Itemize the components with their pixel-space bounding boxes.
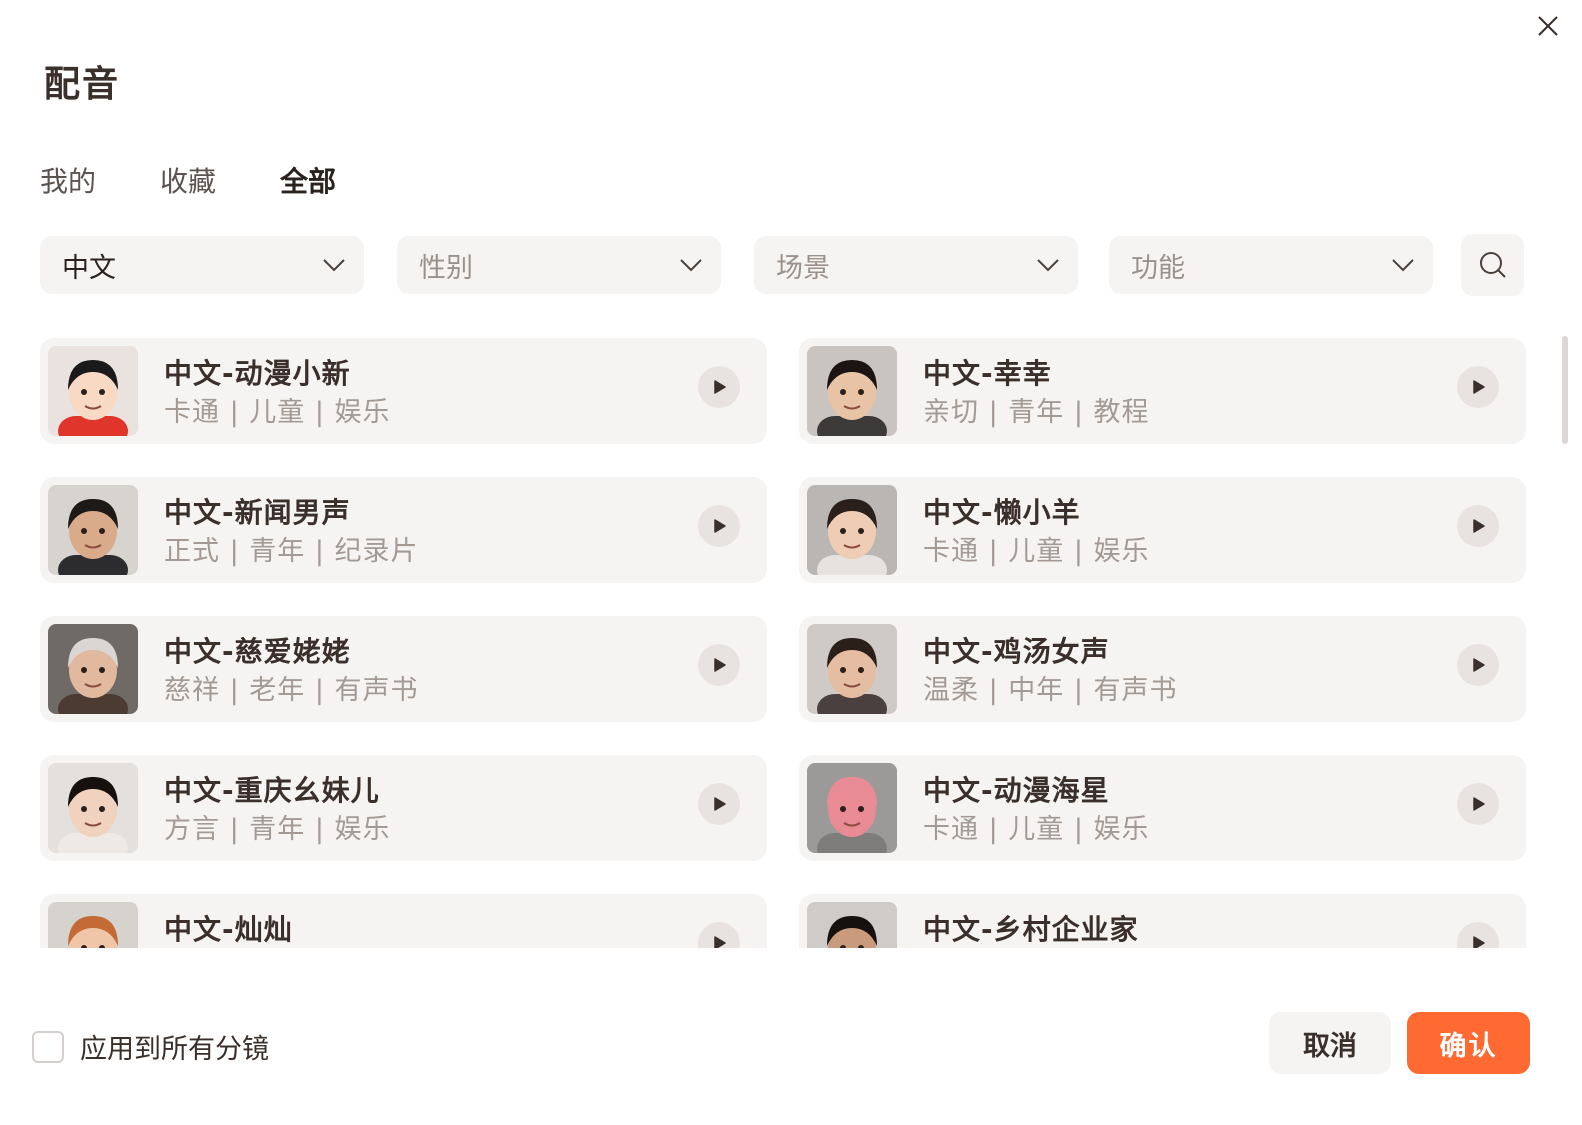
voice-name: 中文-动漫海星 bbox=[923, 774, 1110, 807]
play-button[interactable] bbox=[1457, 505, 1499, 547]
gender-filter-dropdown[interactable]: 性别 bbox=[397, 236, 721, 294]
cancel-button[interactable]: 取消 bbox=[1269, 1012, 1391, 1074]
apply-all-option[interactable]: 应用到所有分镜 bbox=[32, 1027, 269, 1066]
function-filter-dropdown[interactable]: 功能 bbox=[1109, 236, 1433, 294]
voice-list[interactable]: 中文-动漫小新 卡通 | 儿童 | 娱乐 中文-幸幸 亲切 | 青年 | 教程 中文-新… bbox=[40, 338, 1530, 948]
voice-name: 中文-懒小羊 bbox=[923, 496, 1081, 529]
voice-card[interactable]: 中文-动漫小新卡通 | 儿童 | 娱乐 bbox=[40, 338, 767, 444]
man-icon bbox=[807, 902, 897, 948]
man-glasses-icon bbox=[48, 485, 138, 575]
voice-card[interactable]: 中文-乡村企业家 bbox=[799, 894, 1526, 948]
play-icon bbox=[714, 658, 726, 672]
cartoon-boy-icon bbox=[48, 346, 138, 436]
voice-tags: 慈祥 | 老年 | 有声书 bbox=[164, 675, 419, 706]
voice-tags: 亲切 | 青年 | 教程 bbox=[923, 397, 1150, 428]
child-hood-icon bbox=[807, 485, 897, 575]
voice-tags: 正式 | 青年 | 纪录片 bbox=[164, 536, 419, 567]
voice-name: 中文-鸡汤女声 bbox=[923, 635, 1110, 668]
scene-filter-label: 场景 bbox=[776, 252, 830, 284]
voice-tags: 卡通 | 儿童 | 娱乐 bbox=[923, 814, 1150, 845]
voice-name: 中文-幸幸 bbox=[923, 357, 1052, 390]
tab-favorites[interactable]: 收藏 bbox=[160, 160, 216, 200]
voice-card[interactable]: 中文-重庆幺妹儿 方言 | 青年 | 娱乐 bbox=[40, 755, 767, 861]
play-button[interactable] bbox=[1457, 783, 1499, 825]
chevron-down-icon bbox=[323, 259, 345, 272]
woman-glasses-icon bbox=[807, 624, 897, 714]
apply-all-checkbox[interactable] bbox=[32, 1030, 64, 1063]
voice-tags: 卡通 | 儿童 | 娱乐 bbox=[923, 536, 1150, 567]
play-icon bbox=[714, 936, 726, 948]
chevron-down-icon bbox=[1392, 259, 1414, 272]
play-button[interactable] bbox=[698, 644, 740, 686]
play-button[interactable] bbox=[1457, 644, 1499, 686]
voice-tags: 卡通 | 儿童 | 娱乐 bbox=[164, 397, 391, 428]
voice-name: 中文-重庆幺妹儿 bbox=[164, 774, 380, 807]
voice-card[interactable]: 中文-动漫海星卡通 | 儿童 | 娱乐 bbox=[799, 755, 1526, 861]
search-icon bbox=[1479, 252, 1506, 278]
play-icon bbox=[714, 797, 726, 811]
young-woman-icon bbox=[807, 346, 897, 436]
voice-card[interactable]: 中文-懒小羊卡通 | 儿童 | 娱乐 bbox=[799, 477, 1526, 583]
language-filter-dropdown[interactable]: 中文 bbox=[40, 236, 364, 294]
chevron-down-icon bbox=[680, 259, 702, 272]
gender-filter-label: 性别 bbox=[419, 252, 473, 284]
search-button[interactable] bbox=[1461, 234, 1524, 296]
dialog-title: 配音 bbox=[44, 64, 121, 105]
voice-name: 中文-乡村企业家 bbox=[923, 913, 1139, 946]
play-icon bbox=[1473, 380, 1485, 394]
tab-all[interactable]: 全部 bbox=[280, 160, 336, 200]
play-icon bbox=[1473, 797, 1485, 811]
voice-card[interactable]: 中文-慈爱姥姥慈祥 | 老年 | 有声书 bbox=[40, 616, 767, 722]
close-button[interactable] bbox=[1532, 10, 1564, 42]
starfish-icon bbox=[807, 763, 897, 853]
function-filter-label: 功能 bbox=[1131, 252, 1185, 284]
voice-card[interactable]: 中文-灿灿 bbox=[40, 894, 767, 948]
redhead-woman-icon bbox=[48, 902, 138, 948]
grandma-icon bbox=[48, 624, 138, 714]
play-icon bbox=[1473, 936, 1485, 948]
play-icon bbox=[1473, 519, 1485, 533]
girl-icon bbox=[48, 763, 138, 853]
confirm-button[interactable]: 确认 bbox=[1407, 1012, 1530, 1074]
play-button[interactable] bbox=[1457, 922, 1499, 948]
play-icon bbox=[1473, 658, 1485, 672]
voice-tags: 方言 | 青年 | 娱乐 bbox=[164, 814, 391, 845]
voice-name: 中文-慈爱姥姥 bbox=[164, 635, 351, 668]
apply-all-label: 应用到所有分镜 bbox=[80, 1034, 269, 1065]
play-button[interactable] bbox=[1457, 366, 1499, 408]
voice-card[interactable]: 中文-新闻男声正式 | 青年 | 纪录片 bbox=[40, 477, 767, 583]
voice-tags: 温柔 | 中年 | 有声书 bbox=[923, 675, 1178, 706]
scrollbar-thumb[interactable] bbox=[1562, 336, 1568, 444]
tab-bar: 我的 收藏 全部 bbox=[40, 160, 400, 200]
language-filter-label: 中文 bbox=[62, 252, 116, 284]
play-button[interactable] bbox=[698, 783, 740, 825]
play-button[interactable] bbox=[698, 505, 740, 547]
voice-card[interactable]: 中文-鸡汤女声温柔 | 中年 | 有声书 bbox=[799, 616, 1526, 722]
voice-name: 中文-灿灿 bbox=[164, 913, 293, 946]
chevron-down-icon bbox=[1037, 259, 1059, 272]
play-button[interactable] bbox=[698, 922, 740, 948]
play-button[interactable] bbox=[698, 366, 740, 408]
play-icon bbox=[714, 380, 726, 394]
close-icon bbox=[1538, 16, 1558, 36]
play-icon bbox=[714, 519, 726, 533]
voice-name: 中文-动漫小新 bbox=[164, 357, 351, 390]
voice-card[interactable]: 中文-幸幸亲切 | 青年 | 教程 bbox=[799, 338, 1526, 444]
scene-filter-dropdown[interactable]: 场景 bbox=[754, 236, 1078, 294]
tab-mine[interactable]: 我的 bbox=[40, 160, 96, 200]
voice-name: 中文-新闻男声 bbox=[164, 496, 351, 529]
